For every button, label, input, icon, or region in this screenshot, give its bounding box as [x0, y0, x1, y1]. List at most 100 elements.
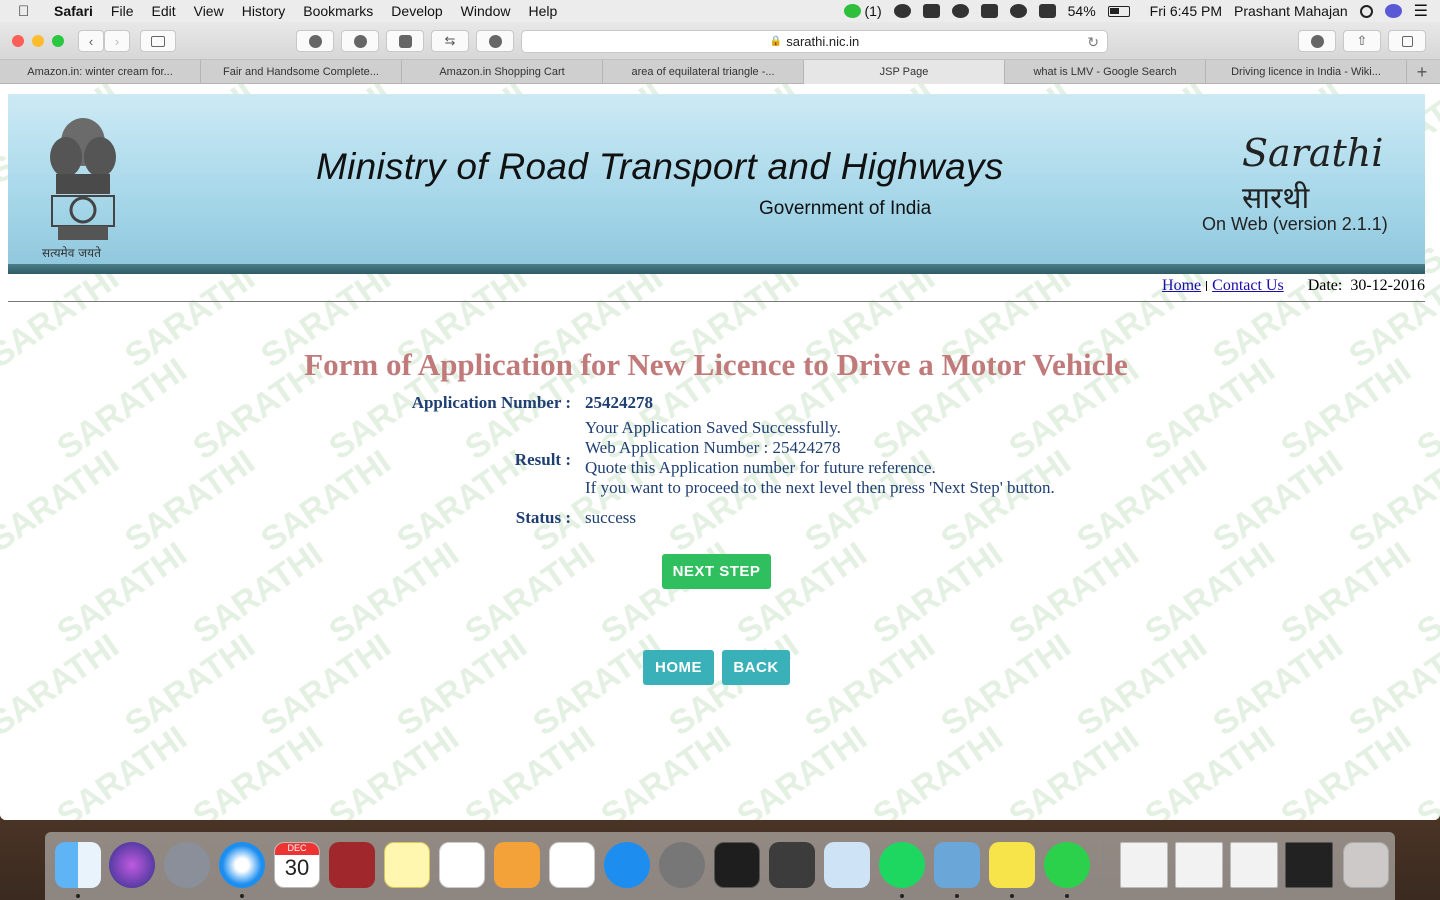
- contact-us-link[interactable]: Contact Us: [1212, 277, 1284, 295]
- minimized-window-thumbnail[interactable]: [1230, 842, 1278, 888]
- address-bar[interactable]: 🔒 sarathi.nic.in ↻: [521, 30, 1108, 53]
- notes-icon[interactable]: [384, 842, 430, 888]
- user-name[interactable]: Prashant Mahajan: [1234, 3, 1348, 19]
- siri-icon[interactable]: [1384, 4, 1402, 18]
- stickies-icon[interactable]: [989, 842, 1035, 888]
- clock[interactable]: Fri 6:45 PM: [1150, 3, 1222, 19]
- menu-history[interactable]: History: [242, 3, 286, 19]
- system-preferences-icon[interactable]: [659, 842, 705, 888]
- sidebar-toggle-button[interactable]: [140, 30, 176, 52]
- menu-file[interactable]: File: [111, 3, 134, 19]
- share-button[interactable]: ⇧: [1343, 30, 1381, 52]
- watermark-text: SARATHI: [458, 534, 602, 652]
- minimized-window-thumbnail[interactable]: [1175, 842, 1223, 888]
- result-message: Your Application Saved Successfully. Web…: [585, 418, 1055, 498]
- cloud-app-icon[interactable]: [893, 4, 911, 18]
- shield-extension-button[interactable]: [476, 30, 514, 52]
- time-machine-icon[interactable]: [951, 4, 969, 18]
- apple-menu-icon[interactable]: : [18, 3, 42, 20]
- messages-icon[interactable]: [1044, 842, 1090, 888]
- home-link[interactable]: Home: [1162, 277, 1201, 295]
- watermark-text: SARATHI: [1410, 534, 1440, 652]
- new-tab-button[interactable]: +: [1407, 60, 1437, 84]
- pocket-extension-button[interactable]: [386, 30, 424, 52]
- reminders-icon[interactable]: [439, 842, 485, 888]
- page-title: Form of Application for New Licence to D…: [304, 347, 1128, 382]
- dictionary-icon[interactable]: [329, 842, 375, 888]
- watermark-text: SARATHI: [1138, 718, 1282, 820]
- finder-icon[interactable]: [55, 842, 101, 888]
- sublime-text-icon[interactable]: [769, 842, 815, 888]
- menu-edit[interactable]: Edit: [151, 3, 175, 19]
- watermark-text: SARATHI: [0, 442, 126, 560]
- calendar-icon[interactable]: DEC 30: [274, 842, 320, 888]
- tab-what-is-lmv[interactable]: what is LMV - Google Search: [1005, 60, 1206, 84]
- emblem-caption: सत्यमेव जयते: [42, 246, 101, 260]
- menu-develop[interactable]: Develop: [391, 3, 442, 19]
- pages-icon[interactable]: [494, 842, 540, 888]
- numbers-icon[interactable]: [549, 842, 595, 888]
- tab-bar: Amazon.in: winter cream for... Fair and …: [0, 60, 1440, 84]
- watermark-text: SARATHI: [458, 718, 602, 820]
- siri-app-icon[interactable]: [109, 842, 155, 888]
- preview-icon[interactable]: [824, 842, 870, 888]
- minimize-window-button[interactable]: [32, 35, 44, 47]
- home-button[interactable]: HOME: [643, 650, 714, 685]
- safari-app-icon[interactable]: [219, 842, 265, 888]
- menu-bookmarks[interactable]: Bookmarks: [303, 3, 373, 19]
- tab-equilateral-triangle[interactable]: area of equilateral triangle -...: [603, 60, 804, 84]
- terminal-icon[interactable]: [714, 842, 760, 888]
- close-window-button[interactable]: [12, 35, 24, 47]
- next-step-button[interactable]: NEXT STEP: [662, 554, 771, 589]
- launchpad-icon[interactable]: [164, 842, 210, 888]
- sync-icon[interactable]: [922, 4, 940, 18]
- battery-icon[interactable]: [1107, 5, 1130, 17]
- tabs-icon: [1401, 35, 1413, 47]
- running-indicator: [900, 894, 904, 898]
- memory-icon[interactable]: [980, 4, 998, 18]
- photos-icon[interactable]: [934, 842, 980, 888]
- tab-jsp-page[interactable]: JSP Page: [804, 60, 1005, 84]
- battery-percent[interactable]: 54%: [1068, 3, 1096, 19]
- watermark-text: SARATHI: [526, 626, 670, 744]
- evernote-extension-button[interactable]: [341, 30, 379, 52]
- translate-extension-button[interactable]: ⇆: [431, 30, 469, 52]
- whatsapp-status-icon[interactable]: [843, 4, 861, 18]
- airplay-icon[interactable]: [1038, 4, 1056, 18]
- result-line: If you want to proceed to the next level…: [585, 478, 1055, 497]
- running-indicator: [76, 894, 80, 898]
- minimized-window-thumbnail[interactable]: [1285, 842, 1333, 888]
- dock-separator: [1103, 842, 1104, 890]
- tab-fair-and-handsome[interactable]: Fair and Handsome Complete...: [201, 60, 402, 84]
- watermark-text: SARATHI: [730, 718, 874, 820]
- government-subtitle: Government of India: [759, 198, 932, 219]
- back-button[interactable]: BACK: [722, 650, 790, 685]
- watermark-text: SARATHI: [594, 718, 738, 820]
- safari-window: ‹ › ⇆ 🔒 sarathi.nic.in ↻ ⇧ Amazon.in: wi…: [0, 22, 1440, 820]
- forward-nav-button[interactable]: ›: [104, 30, 130, 52]
- pocket-icon: [398, 34, 412, 48]
- pinterest-icon: [308, 34, 322, 48]
- spotify-icon[interactable]: [879, 842, 925, 888]
- zoom-window-button[interactable]: [52, 35, 64, 47]
- reload-icon[interactable]: ↻: [1087, 34, 1099, 51]
- menu-help[interactable]: Help: [528, 3, 557, 19]
- spotlight-search-icon[interactable]: [1359, 4, 1373, 18]
- tab-driving-licence-wiki[interactable]: Driving licence in India - Wiki...: [1206, 60, 1407, 84]
- tab-amazon-cart[interactable]: Amazon.in Shopping Cart: [402, 60, 603, 84]
- running-indicator: [1065, 894, 1069, 898]
- show-tabs-button[interactable]: [1388, 30, 1426, 52]
- tab-amazon-winter-cream[interactable]: Amazon.in: winter cream for...: [0, 60, 201, 84]
- pinterest-extension-button[interactable]: [296, 30, 334, 52]
- wifi-icon[interactable]: [1009, 4, 1027, 18]
- shield-icon: [488, 34, 502, 48]
- menu-view[interactable]: View: [194, 3, 224, 19]
- menu-app-safari[interactable]: Safari: [54, 3, 93, 19]
- trash-icon[interactable]: [1343, 842, 1389, 888]
- downloads-button[interactable]: [1298, 30, 1336, 52]
- menu-window[interactable]: Window: [461, 3, 511, 19]
- minimized-window-thumbnail[interactable]: [1120, 842, 1168, 888]
- back-nav-button[interactable]: ‹: [78, 30, 104, 52]
- notification-center-icon[interactable]: ☰: [1414, 1, 1428, 21]
- app-store-icon[interactable]: [604, 842, 650, 888]
